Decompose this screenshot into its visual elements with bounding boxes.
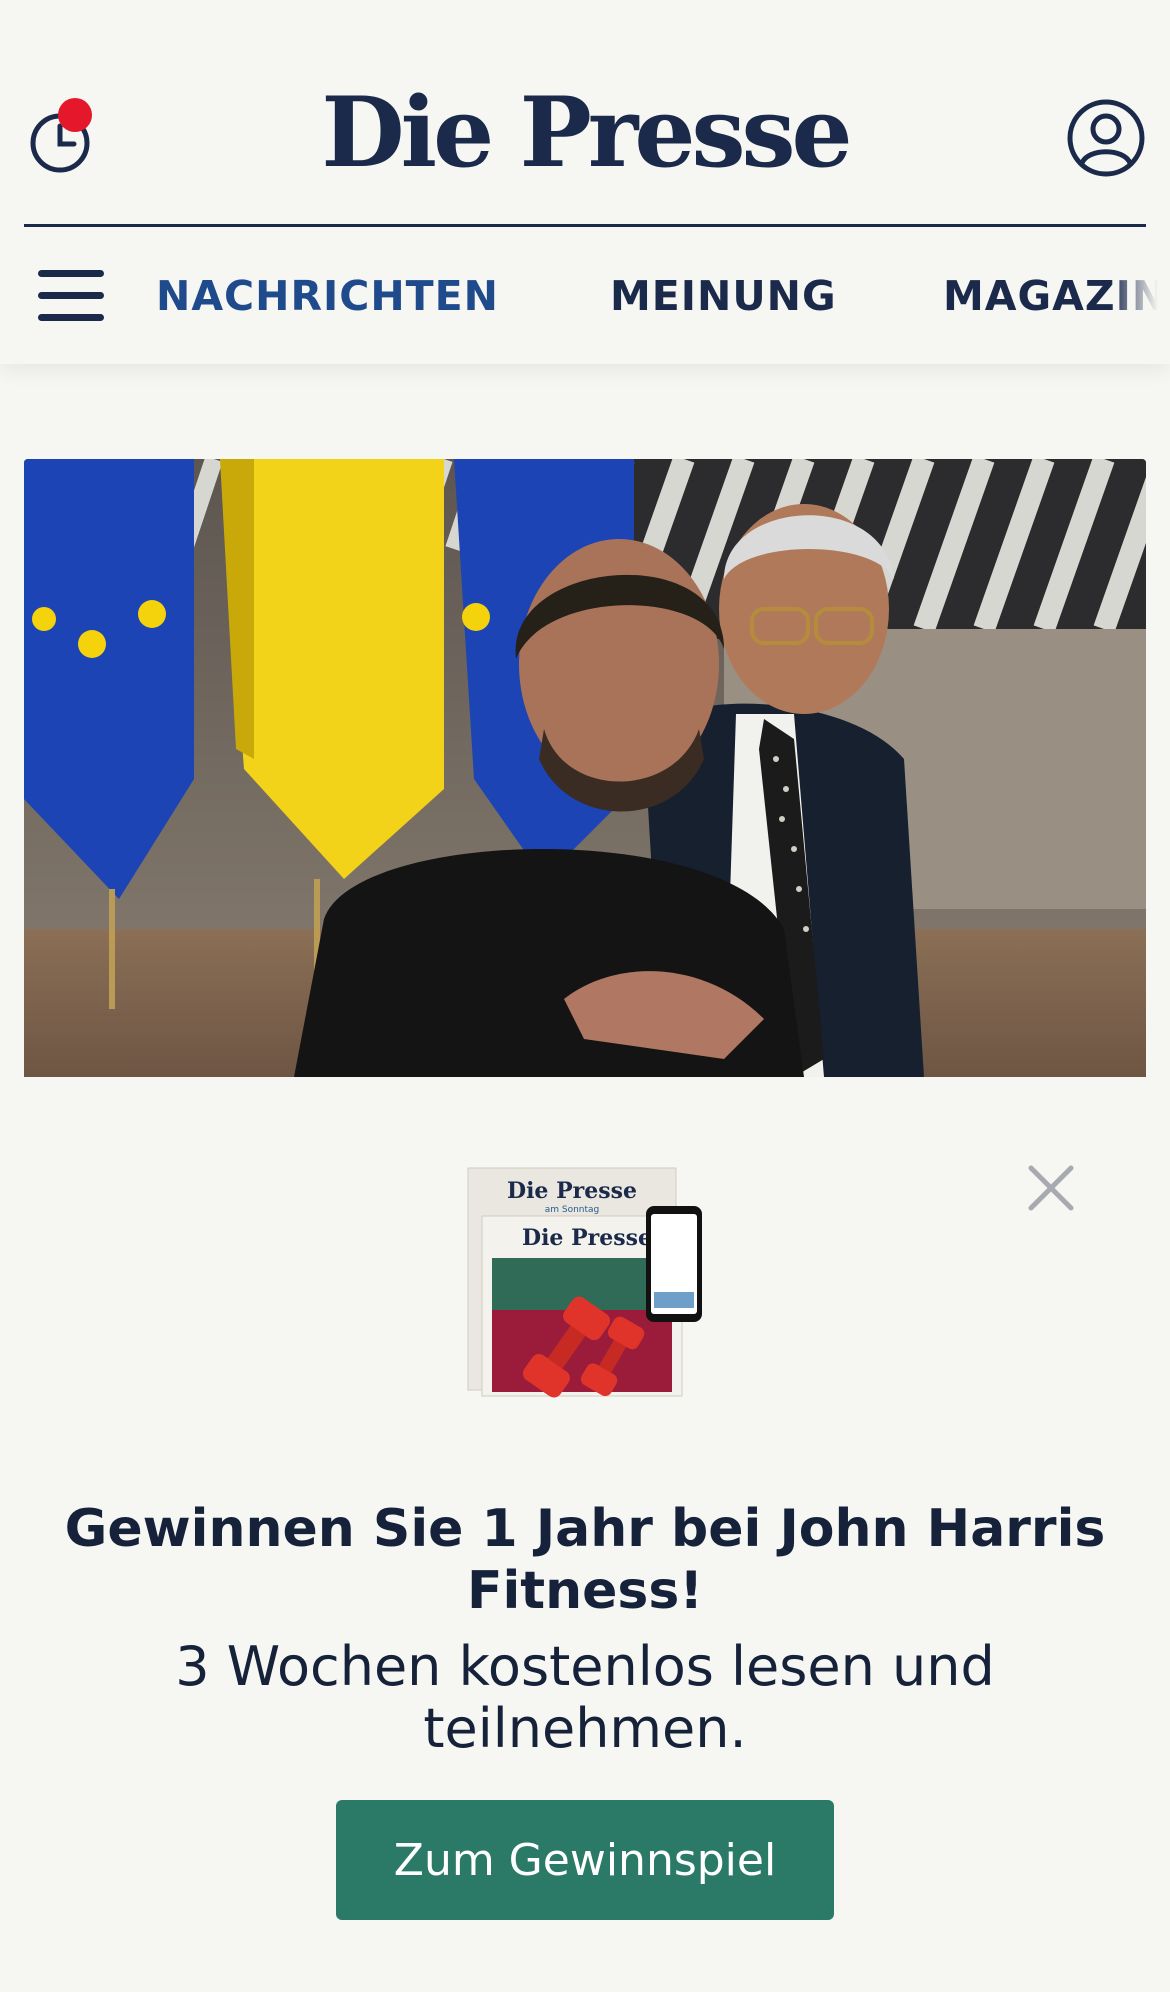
menu-button[interactable] [38, 268, 106, 324]
promo-title: Gewinnen Sie 1 Jahr bei John Harris Fitn… [64, 1499, 1106, 1621]
paper-tagline: am Sonntag [545, 1205, 600, 1215]
newspaper-and-phone-with-dumbbells-illustration: Die Presse am Sonntag Die Presse [462, 1160, 712, 1410]
paper-logo-front: Die Presse [522, 1225, 652, 1251]
header-divider [24, 224, 1146, 227]
close-button[interactable] [1025, 1162, 1077, 1214]
site-logo[interactable]: Die Presse [0, 78, 1170, 188]
nav-item-nachrichten[interactable]: NACHRICHTEN [156, 268, 499, 324]
site-header: Die Presse NACHRICHTEN MEINUNG MAGAZIN [0, 0, 1170, 364]
promo-subtitle: 3 Wochen kostenlos lesen und teilnehmen. [175, 1635, 995, 1760]
hamburger-icon-line [38, 270, 104, 277]
nav-item-meinung[interactable]: MEINUNG [610, 268, 837, 324]
hamburger-icon-line [38, 314, 104, 321]
hero-image[interactable] [24, 459, 1146, 1077]
paper-logo-back: Die Presse [507, 1178, 637, 1204]
hamburger-icon-line [38, 292, 104, 299]
nav-scroll-fade [1110, 258, 1170, 338]
user-icon [1067, 99, 1145, 177]
cta-button[interactable]: Zum Gewinnspiel [336, 1800, 834, 1920]
account-button[interactable] [1066, 98, 1146, 178]
close-icon [1028, 1165, 1074, 1211]
